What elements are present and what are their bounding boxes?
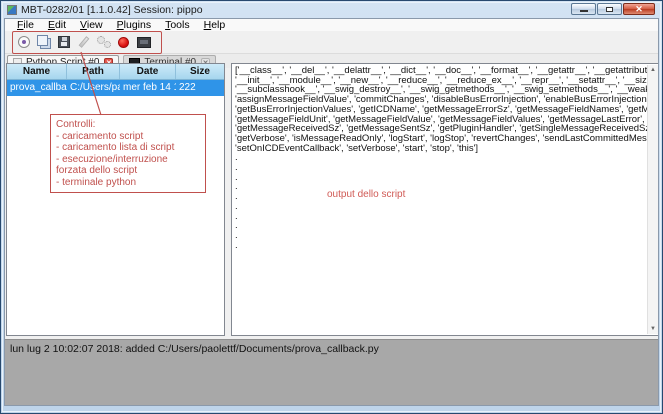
column-header-size[interactable]: Size bbox=[176, 64, 224, 79]
cell-date: mer feb 14 16.. bbox=[120, 80, 176, 96]
column-header-name[interactable]: Name bbox=[7, 64, 67, 79]
table-header-row: Name Path Date Size bbox=[7, 64, 224, 80]
output-scrollbar[interactable]: ▲ ▼ bbox=[647, 65, 658, 334]
menu-file[interactable]: File bbox=[10, 19, 41, 31]
application-window: MBT-0282/01 [1.1.0.42] Session: pippo ✕ … bbox=[0, 0, 663, 414]
menu-view[interactable]: View bbox=[73, 19, 110, 31]
column-header-path[interactable]: Path bbox=[67, 64, 120, 79]
controls-note-body: - caricamento script - caricamento lista… bbox=[56, 131, 200, 189]
scroll-down-icon[interactable]: ▼ bbox=[648, 324, 658, 334]
window-frame: MBT-0282/01 [1.1.0.42] Session: pippo ✕ … bbox=[0, 0, 663, 414]
record-run-icon bbox=[118, 37, 129, 48]
toolbar-separator bbox=[161, 35, 162, 50]
copy-script-list-icon bbox=[37, 35, 48, 46]
settings-button[interactable] bbox=[95, 34, 112, 51]
load-script-button[interactable] bbox=[15, 34, 32, 51]
client-area: File Edit View Plugins Tools Help bbox=[4, 18, 659, 406]
terminal-icon bbox=[137, 37, 151, 48]
app-icon bbox=[7, 5, 17, 15]
output-annotation-note: output dello script bbox=[327, 189, 405, 200]
cell-name: prova_callbac.. bbox=[7, 80, 67, 96]
maximize-button[interactable] bbox=[597, 3, 622, 15]
load-script-list-button[interactable] bbox=[35, 34, 52, 51]
terminal-button[interactable] bbox=[135, 34, 152, 51]
minimize-button[interactable] bbox=[571, 3, 596, 15]
maximize-icon bbox=[606, 7, 613, 12]
edit-script-button[interactable] bbox=[75, 34, 92, 51]
run-record-button[interactable] bbox=[115, 34, 132, 51]
cell-path: C:/Users/paol.. bbox=[67, 80, 120, 96]
close-button[interactable]: ✕ bbox=[623, 3, 655, 15]
script-file-panel: Name Path Date Size prova_callbac.. C:/U… bbox=[6, 63, 225, 336]
load-script-icon bbox=[18, 36, 30, 48]
controls-annotation-note: Controlli: - caricamento script - carica… bbox=[50, 114, 206, 193]
menu-plugins[interactable]: Plugins bbox=[110, 19, 158, 31]
controls-note-title: Controlli: bbox=[56, 119, 200, 131]
status-message: lun lug 2 10:02:07 2018: added C:/Users/… bbox=[10, 343, 379, 355]
menu-help[interactable]: Help bbox=[197, 19, 233, 31]
script-output-text: ['__class__', '__del__', '__delattr__', … bbox=[235, 66, 647, 250]
save-icon bbox=[58, 36, 70, 48]
minimize-icon bbox=[580, 10, 588, 12]
window-title: MBT-0282/01 [1.1.0.42] Session: pippo bbox=[21, 4, 203, 16]
toolbar bbox=[5, 31, 658, 54]
table-row-selected[interactable]: prova_callbac.. C:/Users/paol.. mer feb … bbox=[7, 80, 224, 96]
log-area: lun lug 2 10:02:07 2018: added C:/Users/… bbox=[5, 339, 658, 405]
menu-tools[interactable]: Tools bbox=[158, 19, 197, 31]
save-button[interactable] bbox=[55, 34, 72, 51]
settings-gears-icon bbox=[97, 36, 111, 48]
column-header-date[interactable]: Date bbox=[120, 64, 176, 79]
cell-size: 222 bbox=[176, 80, 224, 96]
menu-edit[interactable]: Edit bbox=[41, 19, 73, 31]
scroll-up-icon[interactable]: ▲ bbox=[648, 65, 658, 75]
window-controls: ✕ bbox=[570, 3, 655, 15]
script-output-panel[interactable]: ['__class__', '__del__', '__delattr__', … bbox=[231, 63, 659, 336]
edit-script-icon bbox=[78, 36, 89, 48]
menu-bar: File Edit View Plugins Tools Help bbox=[5, 19, 658, 31]
close-icon: ✕ bbox=[624, 4, 654, 14]
title-bar[interactable]: MBT-0282/01 [1.1.0.42] Session: pippo bbox=[1, 1, 662, 18]
